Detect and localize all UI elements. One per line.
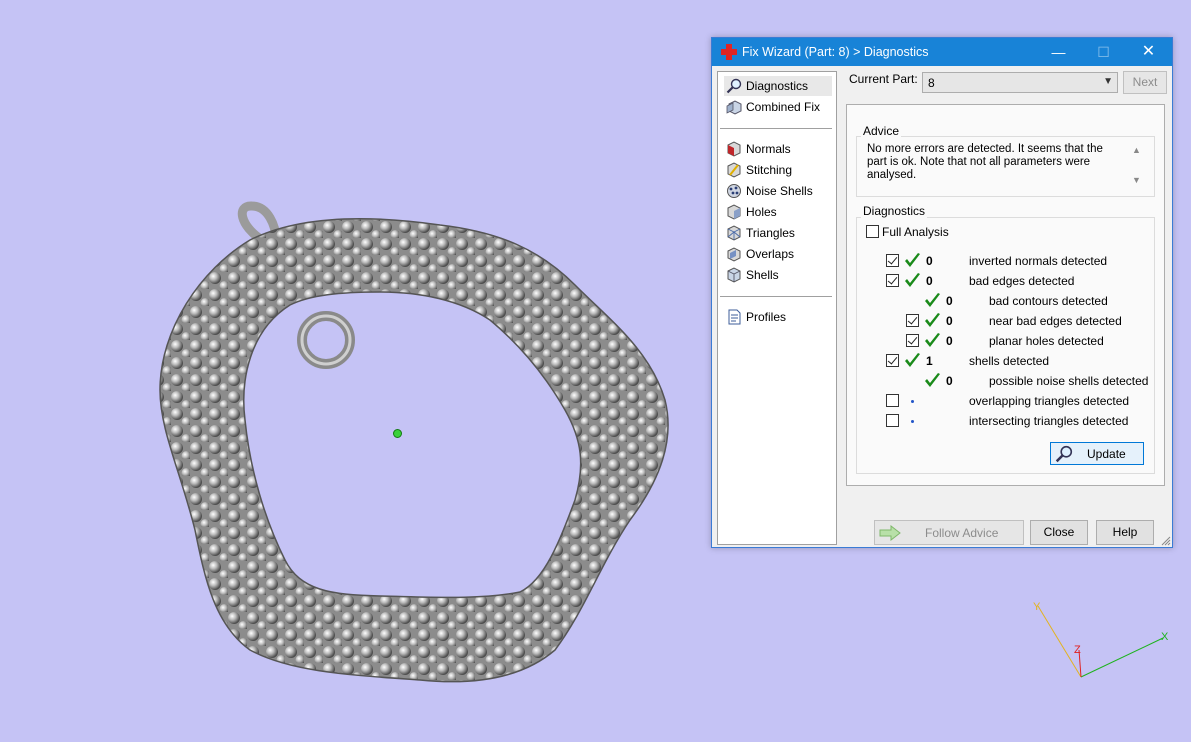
diagnostic-count: 0 xyxy=(946,294,953,308)
check-ok-icon xyxy=(905,253,920,267)
nav-label: Combined Fix xyxy=(746,100,821,114)
y-axis-label: Y xyxy=(1033,601,1041,613)
profiles-icon xyxy=(728,309,741,325)
nav-divider xyxy=(720,296,832,297)
fix-wizard-window: Fix Wizard (Part: 8) > Diagnostics — ☐ ✕… xyxy=(711,37,1173,548)
triangles-icon xyxy=(727,225,741,241)
diagnostic-checkbox[interactable] xyxy=(886,414,899,427)
full-analysis-checkbox[interactable] xyxy=(866,225,879,238)
pending-dot-icon xyxy=(911,420,914,423)
diagnostic-checkbox[interactable] xyxy=(886,274,899,287)
nav-label: Diagnostics xyxy=(746,79,809,93)
check-ok-icon xyxy=(905,353,920,367)
overlaps-icon xyxy=(727,247,741,262)
follow-advice-button[interactable]: Follow Advice xyxy=(874,520,1024,545)
scroll-down-icon[interactable]: ▼ xyxy=(1132,175,1141,185)
follow-advice-label: Follow Advice xyxy=(925,526,999,540)
diagnostic-label: shells detected xyxy=(969,354,1050,368)
current-part-select[interactable]: 8 ▼ xyxy=(922,72,1118,93)
x-axis-label: X xyxy=(1161,631,1169,643)
current-part-value: 8 xyxy=(928,76,935,90)
nav-item-profiles[interactable]: Profiles xyxy=(724,307,832,327)
resize-grip-icon[interactable] xyxy=(1161,536,1171,546)
nav-item-triangles[interactable]: Triangles xyxy=(724,223,832,243)
close-button[interactable]: Close xyxy=(1030,520,1088,545)
next-button[interactable]: Next xyxy=(1123,71,1167,94)
current-part-label: Current Part: xyxy=(849,72,918,86)
check-ok-icon xyxy=(925,373,940,387)
diagnostic-count: 0 xyxy=(926,254,933,268)
check-ok-icon xyxy=(925,333,940,347)
diagnostic-count: 1 xyxy=(926,354,933,368)
check-ok-icon xyxy=(925,313,940,327)
check-ok-icon xyxy=(925,293,940,307)
pending-dot-icon xyxy=(911,400,914,403)
full-analysis-label: Full Analysis xyxy=(882,225,949,239)
nav-label: Normals xyxy=(746,142,791,156)
diagnostics-title: Diagnostics xyxy=(861,204,928,218)
nav-label: Triangles xyxy=(746,226,795,240)
diagnostic-label: planar holes detected xyxy=(989,334,1104,348)
update-label: Update xyxy=(1087,447,1126,461)
nav-item-combined-fix[interactable]: Combined Fix xyxy=(724,97,832,117)
window-title: Fix Wizard (Part: 8) > Diagnostics xyxy=(742,45,929,59)
diagnostic-label: overlapping triangles detected xyxy=(969,394,1130,408)
nav-label: Stitching xyxy=(746,163,793,177)
nav-item-normals[interactable]: Normals xyxy=(724,139,832,159)
z-axis-label: Z xyxy=(1074,644,1081,656)
diagnostic-count: 0 xyxy=(946,314,953,328)
diagnostic-checkbox[interactable] xyxy=(886,254,899,267)
nav-divider xyxy=(720,128,832,129)
diagnostic-label: bad edges detected xyxy=(969,274,1075,288)
nav-label: Noise Shells xyxy=(746,184,813,198)
arrow-right-icon xyxy=(879,525,901,541)
magnifier-icon xyxy=(1055,445,1073,463)
nav-label: Holes xyxy=(746,205,777,219)
chevron-down-icon: ▼ xyxy=(1103,76,1113,87)
nav-label: Profiles xyxy=(746,310,787,324)
combined-fix-icon xyxy=(726,100,742,115)
nav-item-stitching[interactable]: Stitching xyxy=(724,160,832,180)
diagnostic-checkbox[interactable] xyxy=(886,354,899,367)
nav-item-noise-shells[interactable]: Noise Shells xyxy=(724,181,832,201)
diagnostic-count: 0 xyxy=(926,274,933,288)
diagnostic-label: bad contours detected xyxy=(989,294,1108,308)
diagnostic-checkbox[interactable] xyxy=(886,394,899,407)
red-cross-icon xyxy=(721,44,737,60)
wizard-nav: Diagnostics Combined Fix Normals Stitchi… xyxy=(717,71,837,545)
maximize-button[interactable]: ☐ xyxy=(1081,38,1126,66)
nav-item-holes[interactable]: Holes xyxy=(724,202,832,222)
diagnostic-count: 0 xyxy=(946,334,953,348)
diagnostic-checkbox[interactable] xyxy=(906,314,919,327)
nav-item-diagnostics[interactable]: Diagnostics xyxy=(724,76,832,96)
close-window-button[interactable]: ✕ xyxy=(1126,38,1171,66)
nav-item-overlaps[interactable]: Overlaps xyxy=(724,244,832,264)
advice-text: No more errors are detected. It seems th… xyxy=(867,143,1103,181)
shells-icon xyxy=(727,267,741,283)
minimize-button[interactable]: — xyxy=(1036,38,1081,66)
update-button[interactable]: Update xyxy=(1050,442,1144,465)
nav-label: Overlaps xyxy=(746,247,795,261)
magnifier-icon xyxy=(726,78,742,94)
stitching-icon xyxy=(727,162,741,178)
diagnostic-count: 0 xyxy=(946,374,953,388)
diagnostic-label: near bad edges detected xyxy=(989,314,1122,328)
diagnostic-label: possible noise shells detected xyxy=(989,374,1149,388)
holes-icon xyxy=(727,204,741,220)
normals-icon xyxy=(727,141,741,157)
title-bar[interactable]: Fix Wizard (Part: 8) > Diagnostics — ☐ ✕ xyxy=(712,38,1172,66)
nav-label: Shells xyxy=(746,268,779,282)
diagnostic-label: inverted normals detected xyxy=(969,254,1108,268)
noise-shells-icon xyxy=(727,184,741,198)
check-ok-icon xyxy=(905,273,920,287)
advice-title: Advice xyxy=(861,124,902,138)
help-button[interactable]: Help xyxy=(1096,520,1154,545)
scroll-up-icon[interactable]: ▲ xyxy=(1132,145,1141,155)
nav-item-shells[interactable]: Shells xyxy=(724,265,832,285)
diagnostic-checkbox[interactable] xyxy=(906,334,919,347)
diagnostic-label: intersecting triangles detected xyxy=(969,414,1129,428)
